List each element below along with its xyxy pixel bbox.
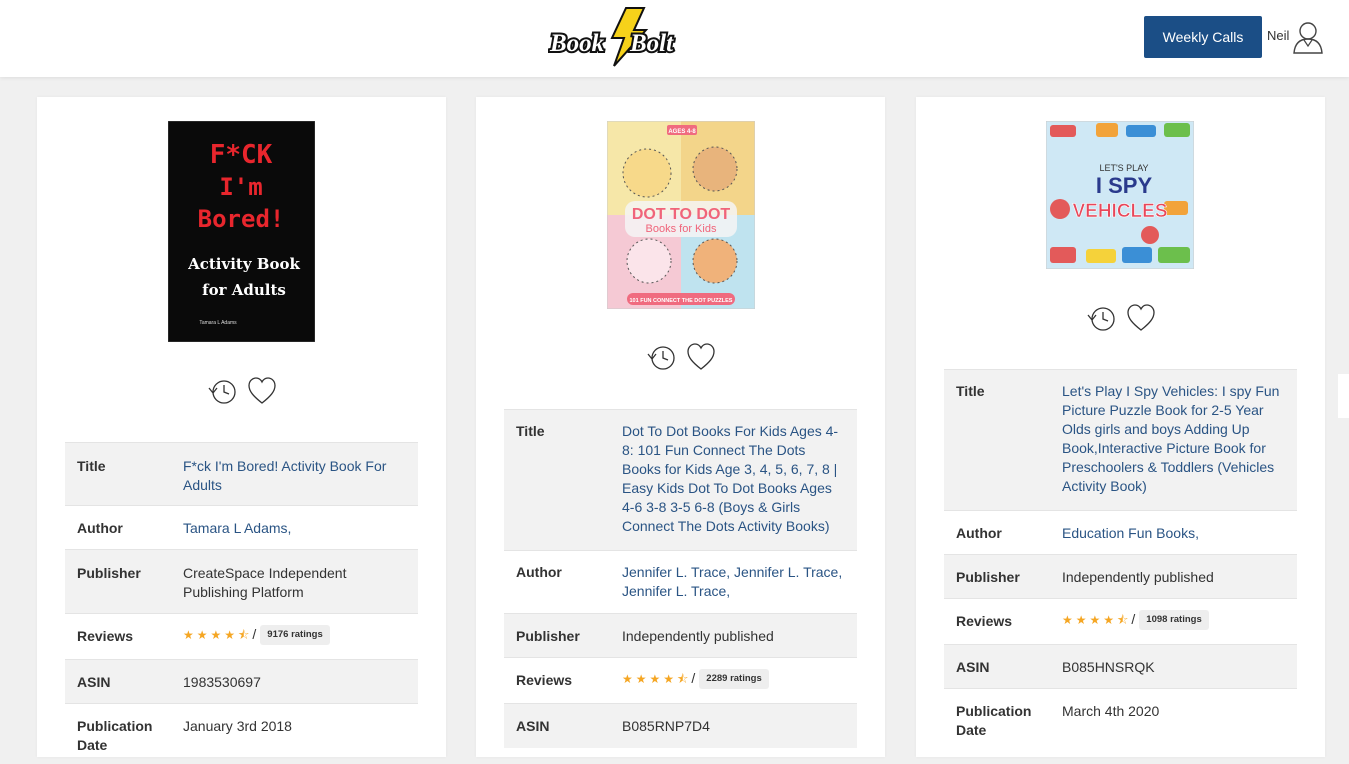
detail-row-author: Author Education Fun Books,: [944, 510, 1297, 555]
side-edge-panel: [1338, 374, 1349, 418]
author-label: Author: [956, 525, 1002, 541]
book-cover-image[interactable]: LET'S PLAY I SPY VEHICLES: [1046, 121, 1194, 269]
book-details-table: Title F*ck I'm Bored! Activity Book For …: [65, 442, 418, 764]
cover-text: LET'S PLAY: [1099, 163, 1148, 173]
title-label: Title: [516, 423, 545, 439]
detail-row-title: Title F*ck I'm Bored! Activity Book For …: [65, 442, 418, 506]
detail-row-asin: ASIN B085HNSRQK: [944, 644, 1297, 689]
weekly-calls-button[interactable]: Weekly Calls: [1144, 16, 1262, 58]
cover-text: I'm: [219, 173, 262, 201]
book-card: LET'S PLAY I SPY VEHICLES Title Let's Pl…: [916, 97, 1325, 757]
title-label: Title: [956, 383, 985, 399]
publication-date-value: March 4th 2020: [1062, 703, 1160, 719]
publication-date-label: Publication Date: [77, 718, 153, 753]
card-actions: [644, 342, 716, 372]
author-link[interactable]: Tamara L Adams,: [183, 520, 291, 536]
reviews-label: Reviews: [77, 628, 134, 644]
top-header: Book Bolt Weekly Calls Neil: [0, 0, 1349, 77]
publisher-value: Independently published: [1062, 569, 1214, 585]
asin-label: ASIN: [516, 718, 550, 734]
publisher-label: Publisher: [77, 565, 141, 581]
card-actions: [1084, 303, 1156, 333]
logo-text-book: Book: [549, 30, 605, 57]
cover-text: VEHICLES: [1072, 201, 1167, 222]
publisher-label: Publisher: [956, 569, 1020, 585]
asin-value: B085RNP7D4: [622, 718, 710, 734]
ratings-count-badge: 1098 ratings: [1139, 610, 1209, 631]
rating-separator: /: [1131, 611, 1136, 627]
title-link[interactable]: F*ck I'm Bored! Activity Book For Adults: [183, 458, 386, 493]
author-label: Author: [516, 564, 562, 580]
asin-value: B085HNSRQK: [1062, 659, 1155, 675]
cover-text: DOT TO DOT: [632, 206, 731, 223]
rating-separator: /: [691, 670, 696, 686]
favorite-heart-icon[interactable]: [1126, 303, 1156, 333]
cover-text: 101 FUN CONNECT THE DOT PUZZLES: [630, 298, 733, 304]
asin-label: ASIN: [956, 659, 990, 675]
publisher-value: Independently published: [622, 628, 774, 644]
cover-text: Activity Book: [187, 255, 300, 273]
detail-row-reviews: Reviews ★★★★⯪/1098 ratings: [944, 598, 1297, 645]
title-label: Title: [77, 458, 106, 474]
detail-row-publisher: Publisher Independently published: [944, 554, 1297, 599]
detail-row-author: Author Tamara L Adams,: [65, 505, 418, 550]
favorite-heart-icon[interactable]: [686, 342, 716, 372]
book-card: F*CK I'm Bored! Activity Book for Adults…: [37, 97, 446, 757]
publisher-value: CreateSpace Independent Publishing Platf…: [183, 565, 347, 600]
rating-separator: /: [252, 626, 257, 642]
author-label: Author: [77, 520, 123, 536]
author-link[interactable]: Jennifer L. Trace, Jennifer L. Trace, Je…: [622, 564, 842, 599]
detail-row-reviews: Reviews ★★★★⯪/2289 ratings: [504, 657, 857, 704]
detail-row-title: Title Let's Play I Spy Vehicles: I spy F…: [944, 369, 1297, 511]
history-clock-icon[interactable]: [644, 342, 678, 372]
card-actions: [205, 376, 277, 406]
rating-stars-icon: ★★★★⯪: [183, 628, 253, 642]
logo-text-bolt: Bolt: [629, 30, 674, 57]
history-clock-icon[interactable]: [1084, 303, 1118, 333]
cover-text: Bored!: [198, 205, 285, 233]
ratings-count-badge: 9176 ratings: [260, 625, 330, 646]
publication-date-label: Publication Date: [956, 703, 1032, 738]
reviews-label: Reviews: [956, 613, 1013, 629]
detail-row-publication-date: Publication Date January 3rd 2018: [65, 703, 418, 764]
publisher-label: Publisher: [516, 628, 580, 644]
detail-row-asin: ASIN B085RNP7D4: [504, 703, 857, 748]
detail-row-asin: ASIN 1983530697: [65, 659, 418, 704]
bookbolt-logo[interactable]: Book Bolt: [548, 6, 694, 68]
title-link[interactable]: Dot To Dot Books For Kids Ages 4-8: 101 …: [622, 423, 838, 534]
asin-value: 1983530697: [183, 674, 261, 690]
book-details-table: Title Dot To Dot Books For Kids Ages 4-8…: [504, 409, 857, 748]
history-clock-icon[interactable]: [205, 376, 239, 406]
title-link[interactable]: Let's Play I Spy Vehicles: I spy Fun Pic…: [1062, 383, 1279, 494]
user-avatar-icon[interactable]: [1292, 20, 1324, 54]
rating-stars-icon: ★★★★⯪: [1062, 613, 1132, 627]
publication-date-value: January 3rd 2018: [183, 718, 292, 734]
favorite-heart-icon[interactable]: [247, 376, 277, 406]
detail-row-title: Title Dot To Dot Books For Kids Ages 4-8…: [504, 409, 857, 551]
cover-text: AGES 4-8: [668, 129, 696, 135]
book-card: AGES 4-8 DOT TO DOT Books for Kids 101 F…: [476, 97, 885, 757]
cover-text: Tamara L Adams: [199, 320, 237, 326]
reviews-label: Reviews: [516, 672, 573, 688]
cover-text: Books for Kids: [646, 223, 717, 235]
asin-label: ASIN: [77, 674, 111, 690]
cover-text: I SPY: [1096, 173, 1153, 198]
detail-row-reviews: Reviews ★★★★⯪/9176 ratings: [65, 613, 418, 660]
detail-row-publisher: Publisher Independently published: [504, 613, 857, 658]
author-link[interactable]: Education Fun Books,: [1062, 525, 1199, 541]
cover-text: for Adults: [202, 281, 286, 299]
detail-row-publisher: Publisher CreateSpace Independent Publis…: [65, 549, 418, 614]
book-cover-image[interactable]: F*CK I'm Bored! Activity Book for Adults…: [168, 121, 315, 342]
rating-stars-icon: ★★★★⯪: [622, 672, 692, 686]
ratings-count-badge: 2289 ratings: [699, 669, 769, 690]
book-details-table: Title Let's Play I Spy Vehicles: I spy F…: [944, 369, 1297, 749]
cover-text: F*CK: [210, 140, 273, 170]
detail-row-publication-date: Publication Date March 4th 2020: [944, 688, 1297, 749]
user-name[interactable]: Neil: [1267, 28, 1289, 43]
detail-row-author: Author Jennifer L. Trace, Jennifer L. Tr…: [504, 550, 857, 614]
book-cover-image[interactable]: AGES 4-8 DOT TO DOT Books for Kids 101 F…: [607, 121, 755, 309]
